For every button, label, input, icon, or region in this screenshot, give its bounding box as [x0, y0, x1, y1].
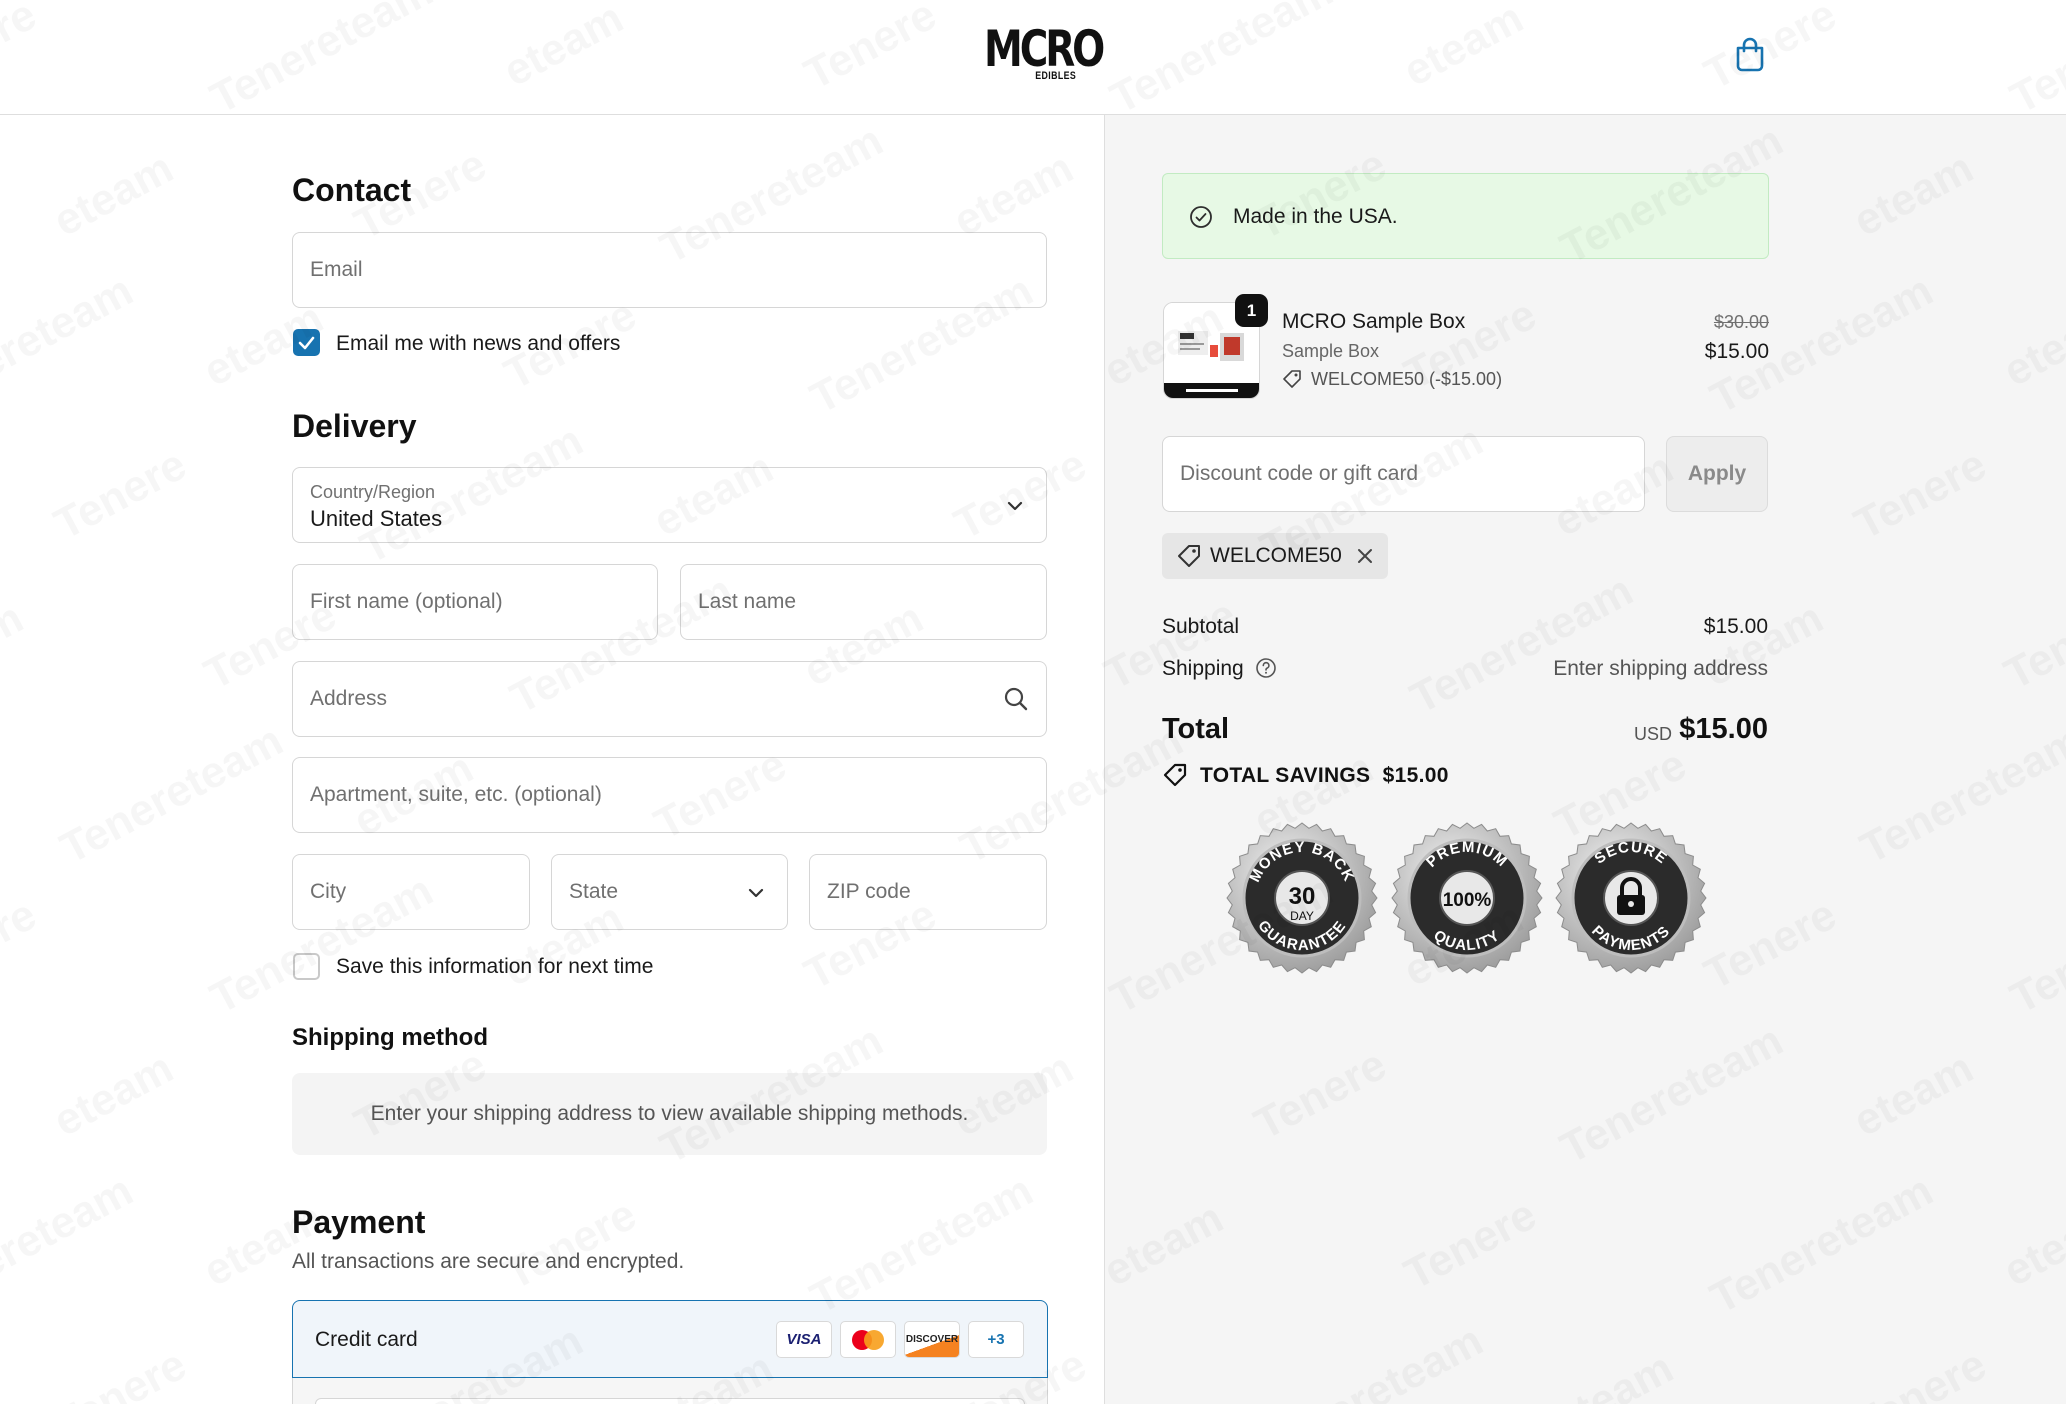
trust-seal: MONEY BACKGUARANTEE30DAY	[1226, 822, 1378, 974]
applied-discount-code: WELCOME50	[1210, 544, 1342, 567]
checkout-header: MCRO EDIBLES	[0, 0, 2066, 115]
country-select[interactable]: Country/Region United States	[292, 467, 1047, 543]
zip-field[interactable]	[809, 854, 1047, 930]
apartment-field[interactable]	[292, 757, 1047, 833]
payment-heading: Payment	[292, 1204, 426, 1240]
original-price: $30.00	[1713, 312, 1769, 332]
country-value: United States	[310, 506, 443, 531]
apartment-input[interactable]	[293, 758, 1046, 832]
email-field[interactable]	[292, 232, 1047, 308]
card-fields-panel	[292, 1378, 1048, 1404]
card-number-field[interactable]	[315, 1398, 1025, 1404]
first-name-input[interactable]	[293, 565, 657, 639]
savings-value: $15.00	[1382, 764, 1449, 787]
applied-discount-chip: WELCOME50	[1162, 533, 1388, 579]
checkmark-icon	[298, 336, 315, 350]
last-name-field[interactable]	[680, 564, 1047, 640]
discover-icon: DISCOVER	[904, 1321, 960, 1358]
save-info-label: Save this information for next time	[336, 955, 654, 978]
trust-seal: PREMIUMQUALITY100%	[1391, 822, 1543, 974]
made-in-usa-banner: Made in the USA.	[1162, 173, 1769, 259]
close-icon[interactable]	[1355, 546, 1375, 566]
brand-logo[interactable]: MCRO EDIBLES	[984, 20, 1105, 86]
discount-code-input[interactable]	[1163, 437, 1644, 511]
subtotal-value: $15.00	[1703, 615, 1768, 638]
visa-icon: VISA	[776, 1321, 832, 1358]
tag-icon	[1283, 370, 1301, 388]
savings-label: TOTAL SAVINGS	[1200, 764, 1371, 787]
search-icon[interactable]	[1003, 686, 1029, 712]
contact-heading: Contact	[292, 172, 412, 208]
product-variant: Sample Box	[1282, 341, 1380, 361]
subtotal-label: Subtotal	[1162, 615, 1240, 638]
credit-card-option[interactable]: Credit card VISA DISCOVER +3	[292, 1300, 1048, 1378]
logo-subtitle: EDIBLES	[1035, 70, 1076, 82]
trust-seal: SECUREPAYMENTS	[1555, 822, 1707, 974]
total-label: Total	[1162, 713, 1230, 745]
zip-input[interactable]	[810, 855, 1046, 929]
quantity-badge: 1	[1235, 294, 1268, 327]
total-value: $15.00	[1679, 713, 1768, 745]
help-circle-icon[interactable]	[1255, 657, 1277, 679]
email-input[interactable]	[293, 233, 1046, 307]
address-field[interactable]	[292, 661, 1047, 737]
newsletter-label: Email me with news and offers	[336, 332, 621, 355]
chevron-down-icon	[1007, 501, 1023, 511]
seal-center-text: 100%	[1443, 890, 1492, 911]
state-placeholder: State	[569, 880, 619, 903]
shipping-value: Enter shipping address	[1553, 657, 1768, 680]
seal-center-text: 30	[1289, 883, 1316, 910]
shipping-method-note: Enter your shipping address to view avai…	[292, 1073, 1047, 1155]
city-input[interactable]	[293, 855, 529, 929]
save-info-checkbox[interactable]	[293, 953, 320, 980]
logo-wordmark: MCRO	[984, 20, 1105, 78]
apply-discount-button[interactable]: Apply	[1666, 436, 1768, 512]
credit-card-label: Credit card	[315, 1328, 418, 1351]
last-name-input[interactable]	[681, 565, 1046, 639]
first-name-field[interactable]	[292, 564, 658, 640]
product-name: MCRO Sample Box	[1282, 310, 1466, 333]
state-select[interactable]: State	[551, 854, 788, 930]
delivery-heading: Delivery	[292, 408, 417, 444]
country-label: Country/Region	[310, 482, 436, 502]
total-currency: USD	[1633, 724, 1672, 744]
product-discount-text: WELCOME50 (-$15.00)	[1311, 369, 1503, 389]
seal-center-subtext: DAY	[1290, 909, 1314, 923]
shopping-bag-icon[interactable]	[1733, 36, 1767, 72]
check-circle-icon	[1190, 206, 1212, 228]
tag-icon	[1163, 763, 1187, 787]
newsletter-checkbox[interactable]	[293, 329, 320, 356]
shipping-method-heading: Shipping method	[292, 1024, 488, 1051]
tag-icon	[1178, 545, 1200, 567]
address-input[interactable]	[293, 662, 1046, 736]
chevron-down-icon	[748, 888, 764, 898]
discount-code-field[interactable]	[1162, 436, 1645, 512]
city-field[interactable]	[292, 854, 530, 930]
shipping-label: Shipping	[1162, 657, 1244, 680]
more-cards-badge: +3	[968, 1321, 1024, 1358]
banner-text: Made in the USA.	[1233, 205, 1398, 228]
mastercard-icon	[840, 1321, 896, 1358]
discounted-price: $15.00	[1704, 340, 1769, 363]
payment-subtitle: All transactions are secure and encrypte…	[292, 1250, 685, 1273]
